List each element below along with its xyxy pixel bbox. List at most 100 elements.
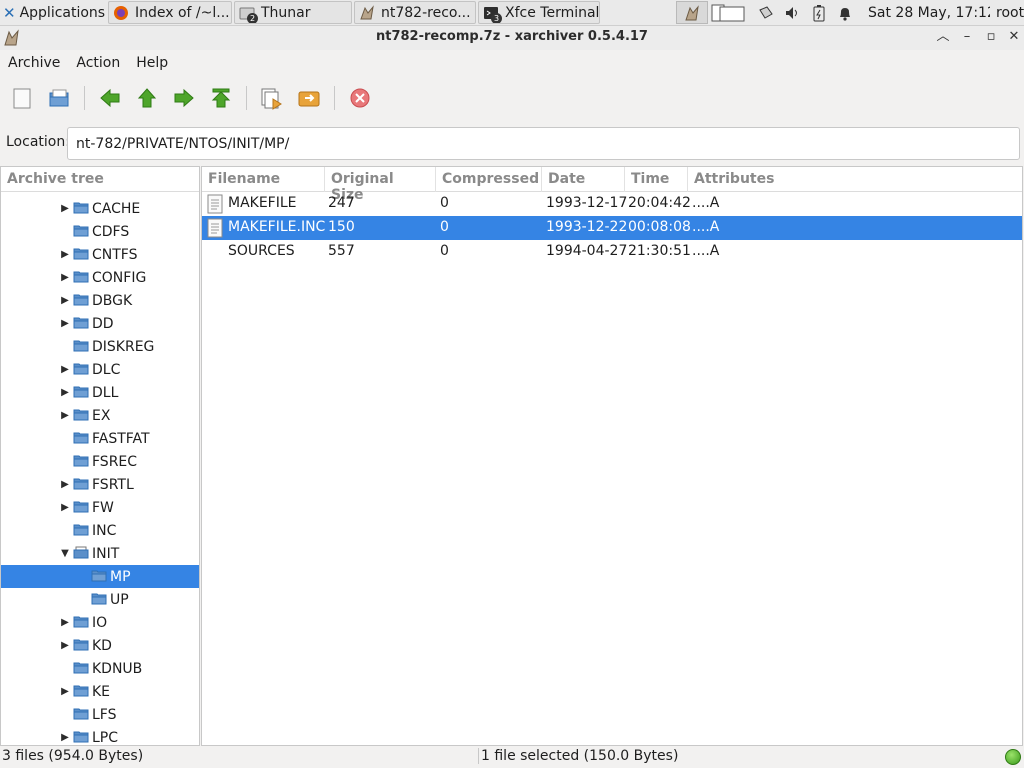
expand-right-icon[interactable]: ▶ [59, 272, 71, 283]
status-selection: 1 file selected (150.0 Bytes) [478, 748, 1002, 764]
user-menu[interactable]: root [996, 1, 1024, 24]
tree-item[interactable]: DISKREG [1, 335, 199, 358]
tree-item[interactable]: FASTFAT [1, 427, 199, 450]
menu-bar: Archive Action Help [0, 50, 1024, 76]
tree-header[interactable]: Archive tree [1, 167, 199, 192]
expand-right-icon[interactable]: ▶ [59, 318, 71, 329]
add-files-button[interactable] [258, 85, 284, 111]
tree-item[interactable]: ▶ LPC [1, 726, 199, 746]
folder-icon [73, 246, 89, 264]
expand-right-icon[interactable]: ▶ [59, 732, 71, 743]
task-firefox[interactable]: Index of /~l... [108, 1, 232, 24]
menu-archive[interactable]: Archive [0, 55, 68, 71]
expand-right-icon[interactable]: ▶ [59, 410, 71, 421]
location-input[interactable] [67, 127, 1020, 160]
tree-item[interactable]: ▶ KD [1, 634, 199, 657]
expand-right-icon[interactable]: ▶ [59, 249, 71, 260]
shade-window-icon[interactable]: ︿ [934, 28, 952, 46]
menu-help[interactable]: Help [128, 55, 176, 71]
close-window-icon[interactable]: ✕ [1005, 28, 1023, 46]
minimize-window-icon[interactable]: – [958, 28, 976, 46]
expand-right-icon[interactable]: ▶ [59, 387, 71, 398]
battery-icon[interactable] [808, 1, 830, 24]
file-list[interactable]: Filename Original Size Compressed Date T… [201, 166, 1023, 746]
tree-item-label: UP [110, 591, 129, 608]
maximize-window-icon[interactable]: ▫ [982, 28, 1000, 46]
arrow-top-icon [211, 88, 231, 108]
expand-right-icon[interactable]: ▶ [59, 203, 71, 214]
stop-button[interactable] [347, 85, 373, 111]
notification-bell-icon[interactable] [834, 1, 856, 24]
tree-item[interactable]: UP [1, 588, 199, 611]
extract-button[interactable] [296, 85, 322, 111]
file-compressed-size: 0 [440, 195, 449, 211]
forward-button[interactable] [171, 85, 197, 111]
archive-tree[interactable]: Archive tree ▶ CACHE CDFS ▶ CNTFS ▶ CONFIG ▶ DBG… [0, 166, 200, 746]
tree-item[interactable]: ▶ FW [1, 496, 199, 519]
file-row[interactable]: MAKEFILE.INC 150 0 1993-12-22 00:08:08 ....A [202, 216, 1022, 240]
top-panel: ✕ Applications Index of /~l... 2 Thunar … [0, 0, 1024, 26]
file-row[interactable]: MAKEFILE 247 0 1993-12-17 20:04:42 ....A [202, 192, 1022, 216]
task-count-badge: 3 [491, 12, 502, 23]
column-original-size[interactable]: Original Size [325, 167, 436, 203]
tree-item[interactable]: ▶ DLC [1, 358, 199, 381]
tree-item-label: DBGK [92, 292, 133, 309]
workspace-switcher[interactable] [710, 1, 746, 24]
xarchiver-tray-icon [685, 4, 699, 20]
column-time[interactable]: Time [625, 167, 688, 192]
tree-item-label: LPC [92, 729, 119, 746]
expand-right-icon[interactable]: ▶ [59, 686, 71, 697]
column-compressed[interactable]: Compressed [436, 167, 542, 192]
window-titlebar[interactable]: nt782-recomp.7z - xarchiver 0.5.4.17 ︿ –… [0, 26, 1024, 50]
tree-item[interactable]: ▶ IO [1, 611, 199, 634]
open-archive-button[interactable] [46, 85, 72, 111]
tree-item[interactable]: ▶ DBGK [1, 289, 199, 312]
folder-icon [73, 476, 89, 494]
tree-item[interactable]: KDNUB [1, 657, 199, 680]
back-button[interactable] [97, 85, 123, 111]
expand-right-icon[interactable]: ▶ [59, 295, 71, 306]
tree-item[interactable]: INC [1, 519, 199, 542]
tree-item[interactable]: CDFS [1, 220, 199, 243]
folder-icon [73, 361, 89, 379]
column-date[interactable]: Date [542, 167, 625, 192]
applications-menu-button[interactable]: ✕ Applications [0, 1, 106, 24]
tree-item[interactable]: ▶ FSRTL [1, 473, 199, 496]
show-desktop-button[interactable] [676, 1, 708, 24]
tree-item[interactable]: ▶ DD [1, 312, 199, 335]
network-icon[interactable] [754, 1, 778, 24]
tree-item[interactable]: ▶ CNTFS [1, 243, 199, 266]
expand-right-icon[interactable]: ▶ [59, 479, 71, 490]
tree-item[interactable]: ▶ CACHE [1, 197, 199, 220]
new-archive-button[interactable] [9, 85, 35, 111]
task-terminal[interactable]: 3 Xfce Terminal [478, 1, 600, 24]
tree-item-label: FW [92, 499, 114, 516]
expand-right-icon[interactable]: ▶ [59, 640, 71, 651]
file-row[interactable]: SOURCES 557 0 1994-04-27 21:30:51 ....A [202, 240, 1022, 264]
workspace-icon [711, 4, 745, 21]
tree-item[interactable]: ▼ INIT [1, 542, 199, 565]
tree-item[interactable]: MP [1, 565, 199, 588]
tree-item[interactable]: ▶ KE [1, 680, 199, 703]
tree-item[interactable]: LFS [1, 703, 199, 726]
top-button[interactable] [208, 85, 234, 111]
expand-right-icon[interactable]: ▶ [59, 617, 71, 628]
tree-item[interactable]: FSREC [1, 450, 199, 473]
arrow-left-icon [100, 88, 120, 108]
tree-item[interactable]: ▶ EX [1, 404, 199, 427]
status-total: 3 files (954.0 Bytes) [2, 748, 144, 764]
clock[interactable]: Sat 28 May, 17:12 [868, 1, 990, 24]
column-attributes[interactable]: Attributes [688, 167, 1022, 192]
up-button[interactable] [134, 85, 160, 111]
menu-action[interactable]: Action [68, 55, 128, 71]
expand-down-icon[interactable]: ▼ [59, 548, 71, 559]
tree-item[interactable]: ▶ DLL [1, 381, 199, 404]
expand-right-icon[interactable]: ▶ [59, 502, 71, 513]
task-thunar[interactable]: 2 Thunar [234, 1, 352, 24]
volume-icon[interactable] [782, 1, 804, 24]
expand-right-icon[interactable]: ▶ [59, 364, 71, 375]
column-filename[interactable]: Filename [202, 167, 325, 192]
task-xarchiver[interactable]: nt782-reco... [354, 1, 476, 24]
location-label: Location: [6, 134, 70, 150]
tree-item[interactable]: ▶ CONFIG [1, 266, 199, 289]
